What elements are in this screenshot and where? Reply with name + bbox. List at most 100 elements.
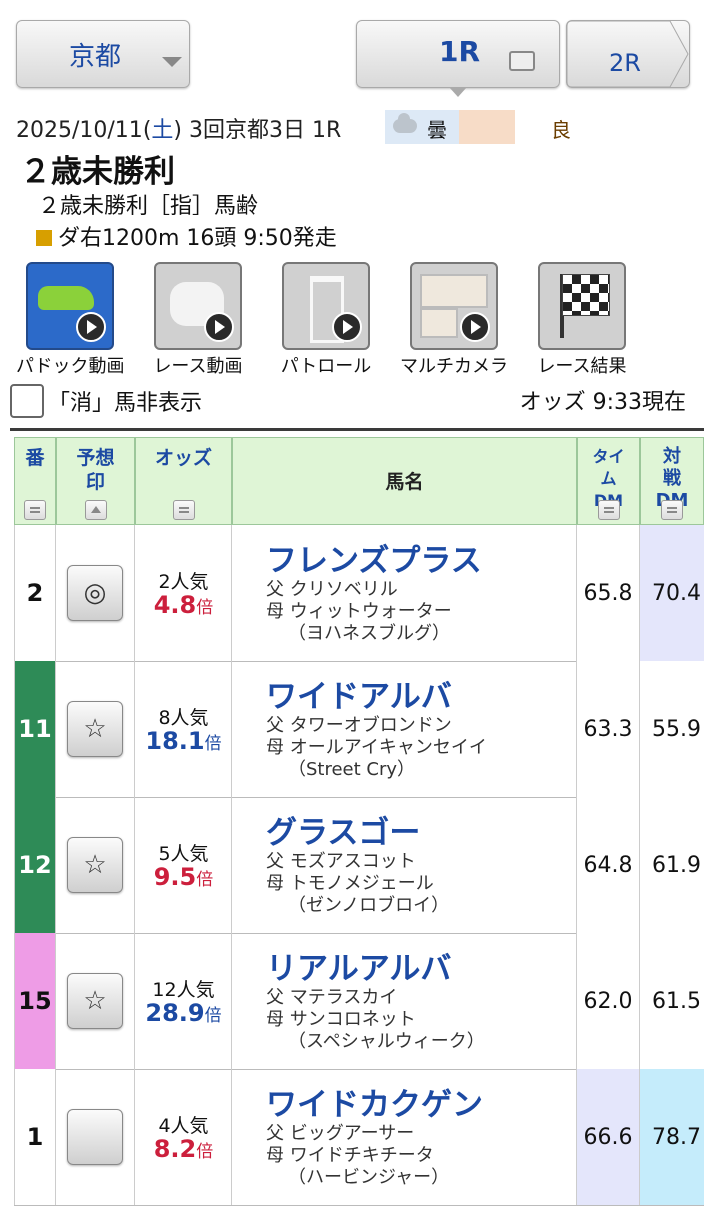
odds-value: 28.9 [145, 999, 205, 1027]
vs-dm: 78.7 [640, 1069, 704, 1205]
sort-icon[interactable] [597, 500, 620, 520]
horse-number: 12 [14, 797, 56, 933]
horse-name-link[interactable]: フレンズプラス [266, 535, 482, 580]
dam: 母 ウィットウォーター [266, 601, 452, 622]
chevron-down-icon [162, 57, 182, 67]
paddock-video-button[interactable]: パドック動画 [16, 262, 125, 378]
mark-cell: ☆ [56, 661, 135, 797]
play-icon [76, 312, 106, 342]
prediction-mark-button[interactable]: ☆ [67, 837, 123, 893]
col-header-odds-label: オッズ [154, 447, 212, 469]
time-dm: 66.6 [577, 1069, 640, 1205]
odds-cell: 5人気 9.5倍 [135, 797, 232, 933]
paddock-icon [38, 286, 94, 310]
odds-unit: 倍 [196, 598, 214, 618]
col-header-odds: オッズ [135, 437, 232, 525]
prediction-mark-button[interactable] [67, 1109, 123, 1165]
vs-dm: 61.9 [640, 797, 704, 933]
popularity: 4人気 [158, 1115, 209, 1137]
pedigree: 父 タワーオブロンドン母 オールアイキャンセイイ （Street Cry） [266, 715, 487, 781]
sire: 父 クリソベリル [266, 579, 398, 600]
horse-name-link[interactable]: ワイドアルバ [266, 671, 452, 716]
race-conditions: ２歳未勝利［指］馬齢 [38, 194, 259, 219]
vs-dm: 61.5 [640, 933, 704, 1069]
multicamera-button[interactable]: マルチカメラ [400, 262, 508, 378]
race-title: ２歳未勝利 [20, 154, 175, 190]
odds-value-wrap: 9.5倍 [135, 863, 232, 891]
media-label: レース結果 [537, 356, 627, 377]
multicamera-sub-icon [420, 308, 458, 338]
race-course-text: ダ右1200m 16頭 9:50発走 [58, 226, 337, 251]
table-row[interactable]: 12 ☆ 5人気 9.5倍 グラスゴー父 モズアスコット母 トモノメジェール （ゼンノロブ… [14, 797, 704, 934]
media-label: パドック動画 [16, 356, 125, 377]
col-header-num: 番 [14, 437, 56, 525]
hide-scratched-option[interactable]: 「消」馬非表示 [10, 384, 202, 418]
play-icon [460, 312, 490, 342]
dirt-square-icon [36, 230, 52, 246]
table-row[interactable]: 15 ☆ 12人気 28.9倍 リアルアルバ父 マテラスカイ母 サンコロネット （スペシャ… [14, 933, 704, 1070]
sort-icon[interactable] [661, 500, 683, 520]
table-row[interactable]: 11 ☆ 8人気 18.1倍 ワイドアルバ父 タワーオブロンドン母 オールアイキャンセイ… [14, 661, 704, 798]
horse-number: 1 [14, 1069, 56, 1205]
media-label: マルチカメラ [400, 356, 508, 377]
dam: 母 サンコロネット [266, 1009, 416, 1030]
pedigree: 父 モズアスコット母 トモノメジェール （ゼンノロブロイ） [266, 851, 449, 917]
hide-scratched-checkbox[interactable] [10, 384, 44, 418]
cloud-icon [393, 113, 417, 133]
odds-value: 9.5 [153, 863, 197, 891]
horse-number: 15 [14, 933, 56, 1069]
horse-name-link[interactable]: リアルアルバ [266, 943, 451, 988]
damsire: （ヨハネスブルグ） [288, 623, 450, 644]
prediction-mark-button[interactable]: ☆ [67, 973, 123, 1029]
col-header-num-label: 番 [25, 447, 45, 469]
multicamera-icon [420, 274, 488, 308]
col-header-name: 馬名 [232, 437, 577, 525]
race-weekday: 土 [151, 118, 174, 143]
horse-name-cell: グラスゴー父 モズアスコット母 トモノメジェール （ゼンノロブロイ） [232, 797, 577, 933]
current-indicator-icon [449, 87, 467, 97]
table-row[interactable]: 1 4人気 8.2倍 ワイドカクゲン父 ビッグアーサー母 ワイドチキチータ （ハービンジ… [14, 1069, 704, 1206]
damsire: （Street Cry） [288, 759, 416, 780]
popularity: 2人気 [158, 571, 209, 593]
pedigree: 父 マテラスカイ母 サンコロネット （スペシャルウィーク） [266, 987, 485, 1053]
odds-value-wrap: 28.9倍 [135, 999, 232, 1027]
horse-name-cell: リアルアルバ父 マテラスカイ母 サンコロネット （スペシャルウィーク） [232, 933, 577, 1069]
horse-name-cell: ワイドアルバ父 タワーオブロンドン母 オールアイキャンセイイ （Street Cr… [232, 661, 577, 797]
prediction-mark-button[interactable]: ☆ [67, 701, 123, 757]
sort-icon[interactable] [172, 500, 195, 520]
odds-unit: 倍 [204, 1006, 222, 1026]
sire: 父 モズアスコット [266, 851, 416, 872]
pedigree: 父 クリソベリル母 ウィットウォーター （ヨハネスブルグ） [266, 579, 452, 645]
table-row[interactable]: 2 ◎ 2人気 4.8倍 フレンズプラス父 クリソベリル母 ウィットウォーター （ヨハネス… [14, 525, 704, 662]
race-number: 1R [312, 118, 342, 143]
race-video-button[interactable]: レース動画 [153, 262, 243, 378]
horse-number: 11 [14, 661, 56, 797]
horse-name-link[interactable]: グラスゴー [266, 807, 420, 852]
sort-asc-icon[interactable] [84, 500, 107, 520]
pedigree: 父 ビッグアーサー母 ワイドチキチータ （ハービンジャー） [266, 1123, 449, 1189]
dam: 母 トモノメジェール [266, 873, 434, 894]
dam: 母 ワイドチキチータ [266, 1145, 434, 1166]
horse-name-cell: フレンズプラス父 クリソベリル母 ウィットウォーター （ヨハネスブルグ） [232, 525, 577, 661]
race-result-button[interactable]: レース結果 [537, 262, 627, 378]
sort-icon[interactable] [24, 500, 46, 520]
horse-name-link[interactable]: ワイドカクゲン [266, 1079, 483, 1124]
patrol-video-button[interactable]: パトロール [281, 262, 371, 378]
hide-scratched-label: 「消」馬非表示 [48, 391, 203, 416]
vs-dm: 55.9 [640, 661, 704, 797]
window-icon [509, 51, 535, 71]
next-race-button[interactable]: 2R [566, 20, 690, 88]
popularity: 8人気 [158, 707, 209, 729]
media-label: パトロール [280, 356, 372, 377]
prediction-mark-button[interactable]: ◎ [67, 565, 123, 621]
vs-dm: 70.4 [640, 525, 704, 661]
current-race-button[interactable]: 1R [356, 20, 560, 97]
col-header-mark: 予想印 [56, 437, 135, 525]
sire: 父 タワーオブロンドン [266, 715, 452, 736]
time-dm: 63.3 [577, 661, 640, 797]
venue-select[interactable]: 京都 [16, 20, 190, 88]
odds-unit: 倍 [196, 1142, 214, 1162]
venue-label: 京都 [69, 41, 122, 72]
race-date: 2025/10/11 [16, 118, 143, 143]
track-condition: 良 [551, 118, 571, 142]
